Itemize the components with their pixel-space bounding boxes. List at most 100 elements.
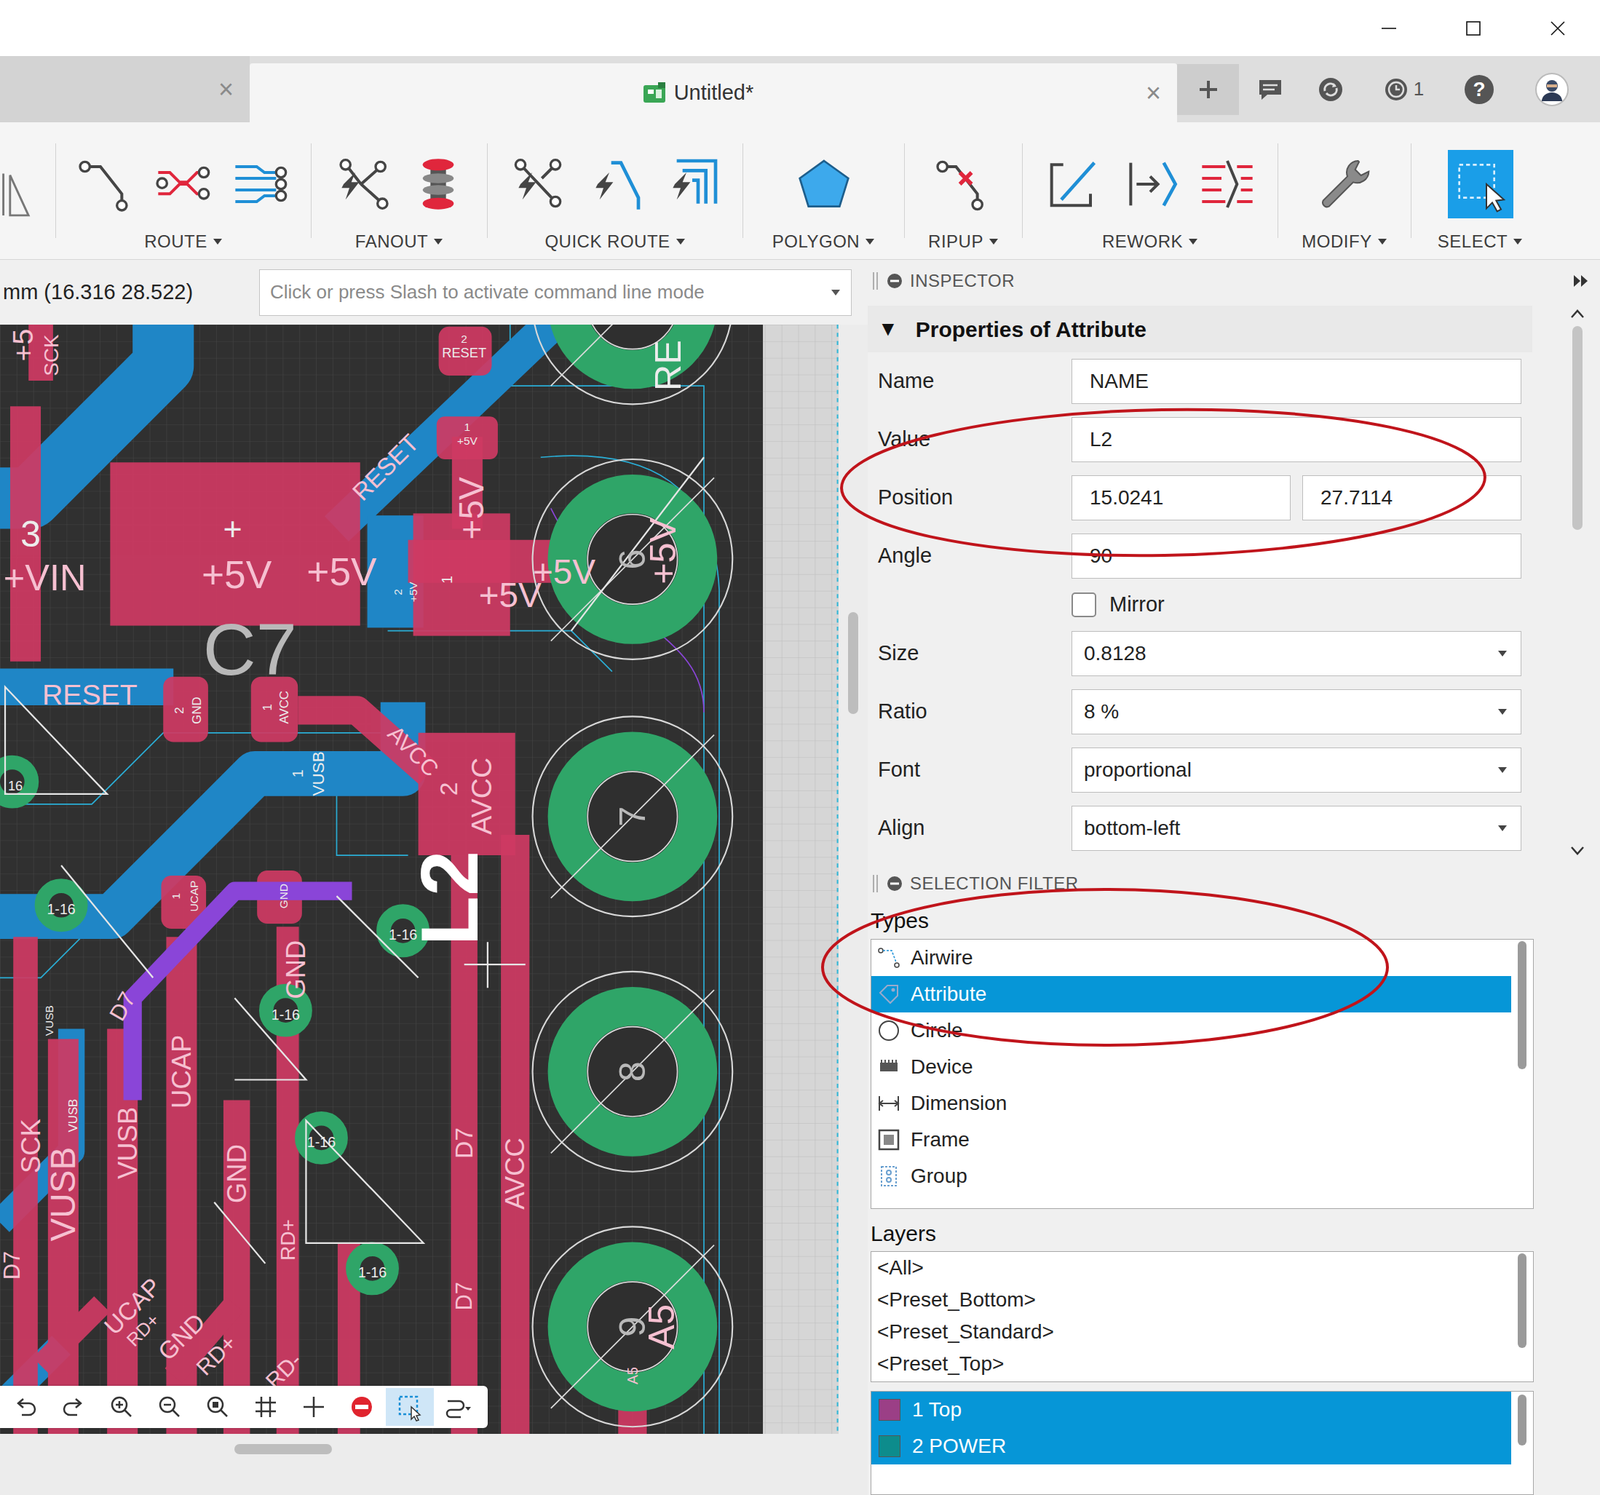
group-label[interactable]: REWORK [1102,228,1199,255]
new-tab-button[interactable] [1177,64,1239,116]
canvas-label[interactable]: 1 [169,893,182,900]
view-tool[interactable] [385,1388,434,1427]
canvas-label[interactable]: 3 [20,513,41,555]
checkbox-label[interactable]: Mirror [1109,588,1165,621]
canvas-label[interactable]: 8 [611,1061,653,1082]
text-field[interactable]: L2 [1071,417,1522,463]
view-tool[interactable] [1,1388,50,1427]
group-label[interactable]: ROUTE [144,228,223,255]
toolbar-group[interactable]: ROUTE [56,122,311,260]
canvas-label[interactable]: C7 [203,608,297,691]
toolbar-icons[interactable] [794,149,854,219]
layers-scrollbar[interactable] [1511,1391,1534,1495]
preset-item[interactable]: <Preset_Bottom> [871,1284,1512,1317]
scroll-thumb[interactable] [1517,1394,1527,1446]
canvas-label[interactable]: RD+ [191,1330,242,1381]
canvas-label[interactable]: +5V [306,550,378,594]
type-item[interactable]: Circle [871,1012,1512,1049]
canvas-label[interactable]: VUSB [112,1107,143,1180]
toolbar-icons[interactable] [1043,149,1257,219]
scroll-thumb[interactable] [848,612,859,715]
canvas-label[interactable]: D7 [451,1281,477,1311]
type-item[interactable]: Dimension [871,1085,1512,1122]
view-tool[interactable] [433,1388,482,1427]
canvas-label[interactable]: D7 [0,1251,25,1280]
canvas-label[interactable]: 1-16 [388,926,418,943]
canvas-label[interactable]: AVCC [500,1137,530,1210]
group-label[interactable]: FANOUT [355,228,444,255]
canvas-label[interactable]: +5V [642,517,684,585]
canvas-label[interactable]: GND [277,883,290,909]
canvas-label[interactable]: GND [189,696,204,724]
canvas-label[interactable]: 1-16 [271,1006,300,1023]
scroll-thumb[interactable] [234,1444,332,1455]
canvas-label[interactable]: 2 [435,782,463,797]
command-input[interactable] [259,269,852,316]
canvas-label[interactable]: 1 [438,575,455,584]
mirror-tool[interactable] [0,122,56,260]
canvas-label[interactable]: 2 [391,588,405,596]
canvas-label[interactable]: D7 [450,1127,478,1159]
canvas-label[interactable]: VUSB [309,751,328,796]
group-label[interactable]: RIPUP [928,228,999,255]
toolbar-group[interactable]: SELECT [1411,122,1550,260]
canvas-label[interactable]: 1-16 [46,901,75,918]
close-button[interactable] [1515,0,1600,57]
canvas-label[interactable]: RESET [441,345,487,361]
help-button[interactable]: ? [1446,74,1512,105]
number-field[interactable]: 15.0241 [1071,475,1291,521]
canvas-label[interactable]: +5V [532,552,596,592]
preset-item[interactable]: <Preset_Standard> [871,1316,1512,1349]
canvas-label[interactable]: 2 [460,332,468,346]
canvas-label[interactable]: +5V [452,476,491,540]
scroll-thumb[interactable] [1572,326,1583,530]
canvas-label[interactable]: GND [222,1144,252,1204]
sync-button[interactable] [1300,76,1361,103]
layer-item[interactable]: 2 POWER [871,1428,1512,1465]
preset-item[interactable]: <All> [871,1252,1512,1285]
canvas-label[interactable]: 1 [289,769,306,778]
select-field[interactable]: proportional [1071,747,1522,793]
view-tool[interactable] [241,1388,290,1427]
text-field[interactable]: 90 [1071,533,1522,579]
toolbar-icons[interactable] [331,149,468,219]
toolbar-group[interactable]: MODIFY [1278,122,1411,260]
command-line[interactable] [270,278,824,307]
group-label[interactable]: MODIFY [1301,228,1387,255]
canvas-label[interactable]: +5 [6,329,39,362]
scroll-thumb[interactable] [1517,1253,1527,1349]
canvas-label[interactable]: RD+ [276,1219,300,1261]
canvas-label[interactable]: 1-16 [307,1134,336,1151]
toolbar-group[interactable]: QUICK ROUTE [487,122,743,260]
view-tool[interactable] [97,1388,146,1427]
canvas-label[interactable]: UCAP [187,880,201,913]
tab-close[interactable]: × [218,76,250,103]
type-item[interactable]: Attribute [871,976,1512,1013]
canvas-label[interactable]: 1 [464,420,471,434]
canvas-label[interactable]: VUSB [66,1099,81,1133]
select-field[interactable]: 0.8128 [1071,631,1522,677]
job-status[interactable]: 1 [1360,74,1447,104]
group-label[interactable]: POLYGON [772,228,875,255]
pcb-canvas[interactable]: 2RESET+5SCKRERESET1+5V3+VIN++5V+5VC72+5V… [0,324,839,1435]
canvas-label[interactable]: AVCC [465,757,498,835]
horizontal-scrollbar[interactable] [0,1434,868,1495]
canvas-label[interactable]: + [222,510,242,548]
comments-button[interactable] [1238,77,1301,102]
canvas-label[interactable]: 1-16 [358,1264,387,1281]
toolbar-group[interactable]: RIPUP [904,122,1023,260]
canvas-label[interactable]: +5V [457,434,479,447]
canvas-label[interactable]: 2 [172,706,187,714]
canvas-label[interactable]: SCK [16,1118,46,1174]
canvas-label[interactable]: SCK [40,334,63,377]
canvas-label[interactable]: AVCC [382,720,445,782]
tab-close[interactable]: × [1145,80,1178,107]
canvas-label[interactable]: RESET [42,678,138,711]
toolbar-icons[interactable] [508,149,722,219]
toolbar-group[interactable]: FANOUT [311,122,487,260]
section-toggle[interactable]: ▼ [877,313,899,345]
canvas-label[interactable]: GND [280,940,311,1000]
canvas-label[interactable]: +5V [201,553,273,597]
select-field[interactable]: bottom-left [1071,805,1522,851]
scroll-thumb[interactable] [1517,941,1527,1070]
